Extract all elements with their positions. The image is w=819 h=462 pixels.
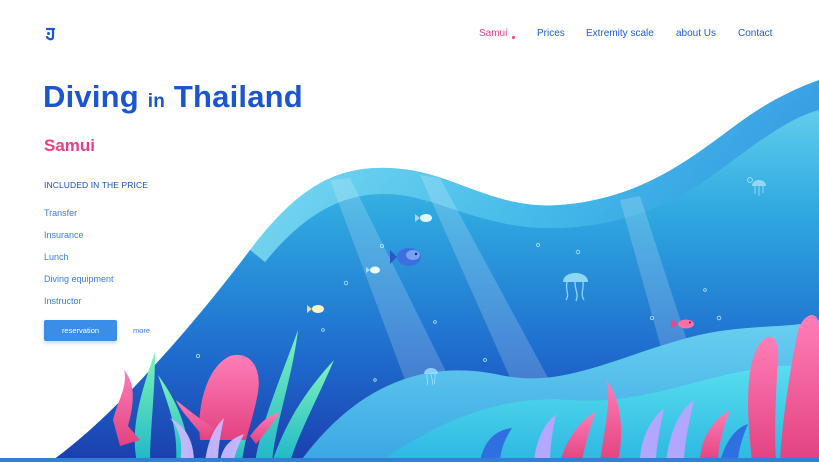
page-title: Diving in Thailand bbox=[43, 78, 303, 121]
feature-item-instructor: Instructor bbox=[44, 296, 82, 306]
feature-item-insurance: Insurance bbox=[44, 230, 84, 240]
nav-item-contact[interactable]: Contact bbox=[738, 27, 772, 41]
title-word-in: in bbox=[147, 91, 166, 112]
nav-item-about-us[interactable]: about Us bbox=[676, 27, 716, 41]
brand-logo-icon[interactable] bbox=[44, 26, 60, 42]
location-heading: Samui bbox=[44, 136, 96, 155]
nav-item-samui[interactable]: Samui bbox=[479, 27, 507, 41]
feature-item-lunch: Lunch bbox=[44, 252, 69, 262]
bottom-border bbox=[0, 458, 819, 462]
title-word-diving: Diving bbox=[43, 79, 139, 114]
included-heading: INCLUDED IN THE PRICE bbox=[44, 180, 148, 190]
feature-item-transfer: Transfer bbox=[44, 208, 78, 218]
underwater-illustration bbox=[0, 80, 819, 462]
feature-item-diving-equipment: Diving equipment bbox=[44, 274, 114, 284]
reservation-button[interactable]: reservation bbox=[44, 320, 117, 341]
more-link[interactable]: more bbox=[133, 326, 150, 335]
included-features-list: Transfer Insurance Lunch Diving equipmen… bbox=[44, 208, 114, 318]
active-indicator-dot bbox=[512, 36, 515, 39]
title-word-thailand: Thailand bbox=[173, 79, 303, 114]
nav-item-extremity-scale[interactable]: Extremity scale bbox=[586, 27, 654, 41]
main-nav: Samui Prices Extremity scale about Us Co… bbox=[470, 27, 789, 43]
nav-item-prices[interactable]: Prices bbox=[537, 27, 565, 41]
